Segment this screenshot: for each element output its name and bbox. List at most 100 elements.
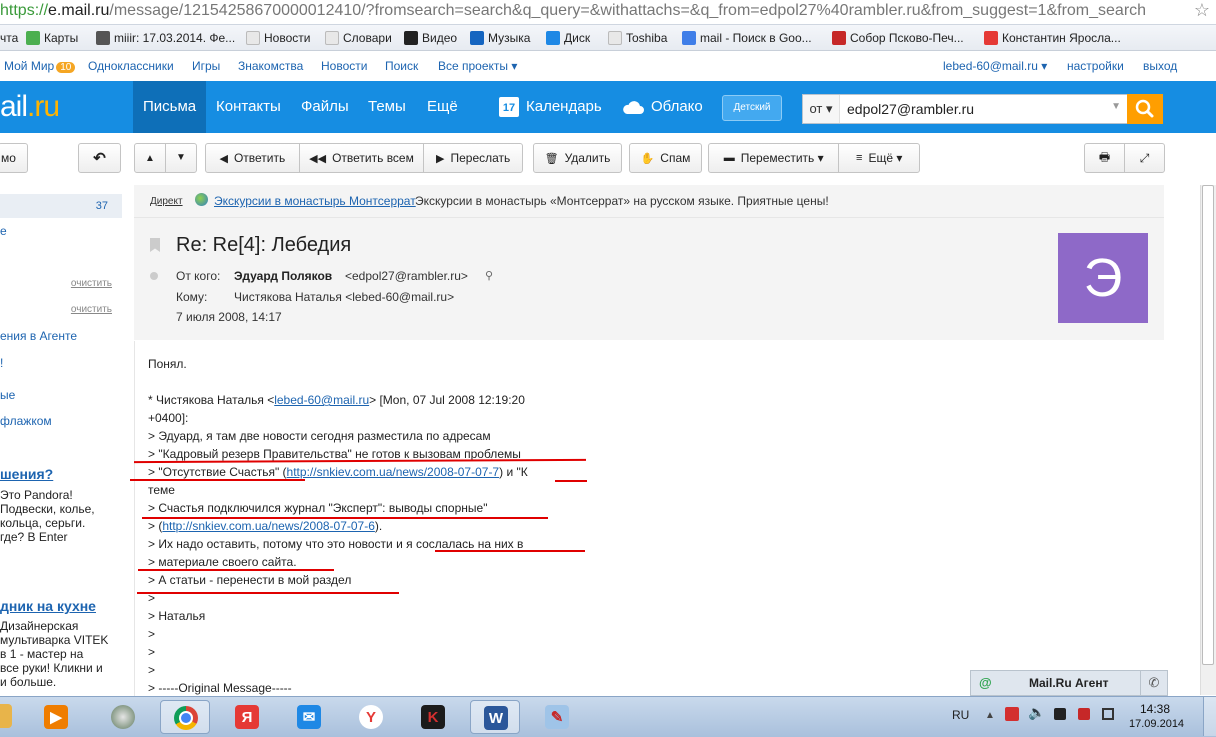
red-underline [435,550,585,552]
bookmark-item[interactable]: Видео [404,29,457,47]
kaspersky-tray-icon[interactable] [1005,707,1019,721]
reply-all-button[interactable]: ◀◀ Ответить всем [298,144,424,172]
from-name[interactable]: Эдуард Поляков [234,269,332,283]
bookmark-item[interactable]: mail - Поиск в Goo... [682,29,812,47]
email-link[interactable]: lebed-60@mail.ru [274,393,369,407]
calendar-link[interactable]: 17 Календарь [499,81,602,133]
sidebar-item[interactable]: ! [0,356,3,370]
kids-mode-button[interactable]: Детский [722,95,782,121]
nav-tab-files[interactable]: Файлы [301,81,349,133]
bookmark-item[interactable]: Toshiba [608,29,667,47]
search-button[interactable] [1127,94,1163,124]
clear-link[interactable]: очистить [71,304,112,315]
compose-button[interactable]: мо [0,143,28,173]
portal-link[interactable]: Игры [192,59,220,73]
taskbar-word[interactable]: W [470,700,520,734]
network-tray-icon[interactable] [1054,708,1066,720]
message-subject: Re: Re[4]: Лебедия [176,234,352,256]
nav-tab-contacts[interactable]: Контакты [216,81,281,133]
taskbar-kaspersky[interactable]: K [408,700,458,734]
chevron-down-icon[interactable]: ▼ [1111,101,1121,112]
portal-link[interactable]: Поиск [385,59,418,73]
taskbar-yandex-browser[interactable]: Y [346,700,396,734]
more-button[interactable]: ≡ Ещё ▾ [838,144,919,172]
portal-link[interactable]: Знакомства [238,59,303,73]
from-email[interactable]: <edpol27@rambler.ru> [345,269,468,283]
page-icon [608,31,622,45]
phone-icon[interactable]: ✆ [1140,671,1167,695]
portal-link[interactable]: Все проекты ▾ [438,59,517,73]
delete-button[interactable]: 🗑 Удалить [533,143,622,173]
red-underline [138,569,334,571]
display-tray-icon[interactable] [1102,708,1114,720]
bookmark-item[interactable]: Собор Псково-Печ... [832,29,964,47]
sidebar-item-flagged[interactable]: флажком [0,414,52,428]
search-from-dropdown[interactable]: от ▾ [803,95,840,123]
sidebar-item-agent[interactable]: ения в Агенте [0,329,77,343]
bookmark-item[interactable]: Константин Яросла... [984,29,1121,47]
taskbar-mail-agent[interactable]: ✉ [284,700,334,734]
language-indicator[interactable]: RU [952,708,969,722]
bookmark-star-icon[interactable]: ☆ [1194,0,1210,21]
news-link[interactable]: http://snkiev.com.ua/news/2008-07-07-6 [162,519,375,533]
direct-label[interactable]: Директ [150,196,183,207]
logout-link[interactable]: выход [1143,59,1177,73]
next-message-button[interactable]: ▼ [165,144,196,172]
search-input[interactable]: от ▾ edpol27@rambler.ru ▼ [802,94,1128,124]
bookmark-item[interactable]: Словари [325,29,392,47]
reply-button[interactable]: ◀ Ответить [206,151,299,165]
ad-title[interactable]: шения? [0,466,53,482]
sidebar-item[interactable]: ые [0,388,15,402]
forward-button[interactable]: ▶ Переслать [423,144,522,172]
taskbar-media-player[interactable]: ▶ [31,700,81,734]
bookmark-item[interactable]: Карты [26,29,78,47]
bookmark-item[interactable]: Музыка [470,29,530,47]
spam-button[interactable]: ✋ Спам [629,143,702,173]
tray-expand-icon[interactable]: ▲ [985,710,995,721]
portal-link[interactable]: Новости [321,59,367,73]
user-email-menu[interactable]: lebed-60@mail.ru ▾ [943,59,1047,73]
prev-message-button[interactable]: ▲ [135,153,165,164]
address-bar[interactable]: https://e.mail.ru/message/12154258670000… [0,0,1216,25]
ad-text: кольца, серьги. [0,516,86,530]
bookmark-flag-icon[interactable] [150,238,160,252]
news-link[interactable]: http://snkiev.com.ua/news/2008-07-07-7 [287,465,500,479]
show-desktop-button[interactable] [1203,697,1216,736]
print-button[interactable]: 🖶 [1085,148,1124,169]
taskbar-chrome[interactable] [160,700,210,734]
clear-link[interactable]: очистить [71,278,112,289]
back-button[interactable]: ↶ [78,143,121,173]
bookmark-item[interactable]: Диск [546,29,590,47]
mailru-logo[interactable]: ail.ru [0,90,60,124]
tray-app-icon[interactable] [1078,708,1090,720]
volume-icon[interactable]: 🔈 [1028,704,1045,721]
nav-tab-themes[interactable]: Темы [368,81,406,133]
clock-time[interactable]: 14:38 [1132,702,1178,716]
scrollbar-thumb[interactable] [1202,185,1214,665]
bookmarks-bar: чта Карты miiir: 17.03.2014. Фе... Новос… [0,25,1216,51]
expand-button[interactable]: ⤢ [1124,144,1164,172]
bookmark-item[interactable]: чта [0,29,18,47]
direct-ad-link[interactable]: Экскурсии в монастырь Монтсеррат [214,194,416,208]
search-icon[interactable]: ⚲ [485,269,493,282]
portal-link[interactable]: Одноклассники [88,59,174,73]
taskbar-paint[interactable]: ✎ [532,700,582,734]
ad-title[interactable]: дник на кухне [0,598,96,614]
to-value[interactable]: Чистякова Наталья <lebed-60@mail.ru> [234,290,454,304]
unread-dot-icon[interactable] [150,272,158,280]
cloud-link[interactable]: Облако [621,81,703,133]
taskbar-app[interactable] [98,700,148,734]
portal-link-moi-mir[interactable]: Мой Мир 10 [4,59,76,73]
mailru-agent-bar[interactable]: @ Mail.Ru Агент ✆ [970,670,1168,696]
clock-date[interactable]: 17.09.2014 [1129,718,1184,730]
taskbar-yandex[interactable]: Я [222,700,272,734]
settings-link[interactable]: настройки [1067,59,1124,73]
folder-icon[interactable] [0,704,12,728]
bookmark-item[interactable]: Новости [246,29,310,47]
sidebar-item[interactable]: е [0,224,7,238]
bookmark-item[interactable]: miiir: 17.03.2014. Фе... [96,29,235,47]
nav-tab-more[interactable]: Ещё [427,81,458,133]
move-button[interactable]: ▬ Переместить ▾ [709,151,838,165]
nav-tab-letters[interactable]: Письма [133,81,207,133]
inbox-folder[interactable]: 37 [0,194,122,218]
